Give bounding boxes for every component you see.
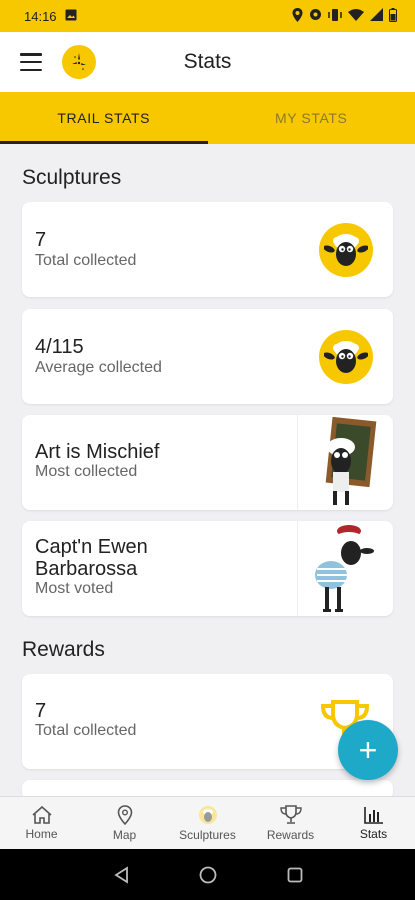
stat-label: Total collected — [35, 252, 137, 269]
tab-trail-stats[interactable]: TRAIL STATS — [0, 92, 208, 144]
status-time: 14:16 — [24, 8, 57, 24]
nav-rewards[interactable]: Rewards — [249, 797, 332, 849]
stat-value-line2: Barbarossa — [35, 558, 138, 580]
nav-sculptures-label: Sculptures — [179, 827, 236, 842]
home-icon — [31, 805, 52, 824]
stat-value: 4/115 — [35, 336, 84, 358]
sheep-icon — [198, 805, 217, 824]
status-bar: 14:16 — [0, 0, 415, 32]
reward-label: Total collected — [35, 722, 137, 739]
map-pin-icon — [117, 804, 132, 825]
sculptures-section-title: Sculptures — [22, 166, 122, 189]
stat-card-most-voted[interactable]: Capt'n Ewen Barbarossa Most voted — [22, 521, 393, 616]
nav-stats-label: Stats — [359, 826, 388, 841]
stat-value: 7 — [35, 229, 47, 251]
stat-card-most-collected[interactable]: Art is Mischief Most collected — [22, 415, 393, 510]
stat-card-total-collected[interactable]: 7 Total collected — [22, 202, 393, 297]
nav-sculptures[interactable]: Sculptures — [166, 797, 249, 849]
bottom-nav: Home Map Sculptures Rewards Stats — [0, 796, 415, 849]
vibrate-icon — [328, 8, 342, 24]
location-icon — [292, 7, 303, 25]
nav-home[interactable]: Home — [0, 797, 83, 849]
image-icon — [65, 9, 77, 24]
bar-chart-icon — [363, 806, 383, 824]
tab-bar: TRAIL STATS MY STATS — [0, 92, 415, 144]
home-circle-icon[interactable] — [199, 866, 217, 884]
stat-label: Most voted — [35, 580, 114, 597]
app-bar: Stats — [0, 32, 415, 92]
wifi-icon — [348, 8, 364, 24]
stat-label: Average collected — [35, 359, 162, 376]
battery-icon — [389, 7, 397, 25]
back-icon[interactable] — [113, 865, 129, 884]
stat-label: Most collected — [35, 463, 138, 480]
nav-map-label: Map — [112, 827, 137, 842]
recents-icon[interactable] — [287, 867, 303, 883]
nav-map[interactable]: Map — [83, 797, 166, 849]
stat-value: Art is Mischief — [35, 441, 160, 463]
add-fab-button[interactable]: + — [338, 720, 398, 780]
nav-home-label: Home — [25, 826, 58, 841]
sheep-icon — [319, 223, 373, 277]
nav-stats[interactable]: Stats — [332, 797, 415, 849]
reward-card-total-collected[interactable]: 7 Total collected — [22, 674, 393, 769]
reward-value: 7 — [35, 700, 47, 722]
system-nav-bar — [0, 849, 415, 900]
signal-icon — [370, 8, 383, 24]
page-title: Stats — [183, 50, 232, 73]
sculpture-framed-sheep-image — [297, 415, 393, 510]
tab-my-stats[interactable]: MY STATS — [208, 92, 415, 144]
stat-value-line1: Capt'n Ewen — [35, 536, 148, 558]
trophy-icon — [279, 804, 302, 824]
sheep-icon — [319, 330, 373, 384]
settings-icon — [309, 8, 322, 24]
nav-rewards-label: Rewards — [266, 827, 315, 842]
sculpture-pirate-sheep-image — [297, 521, 393, 616]
stat-card-average-collected[interactable]: 4/115 Average collected — [22, 309, 393, 404]
rewards-section-title: Rewards — [22, 638, 105, 661]
